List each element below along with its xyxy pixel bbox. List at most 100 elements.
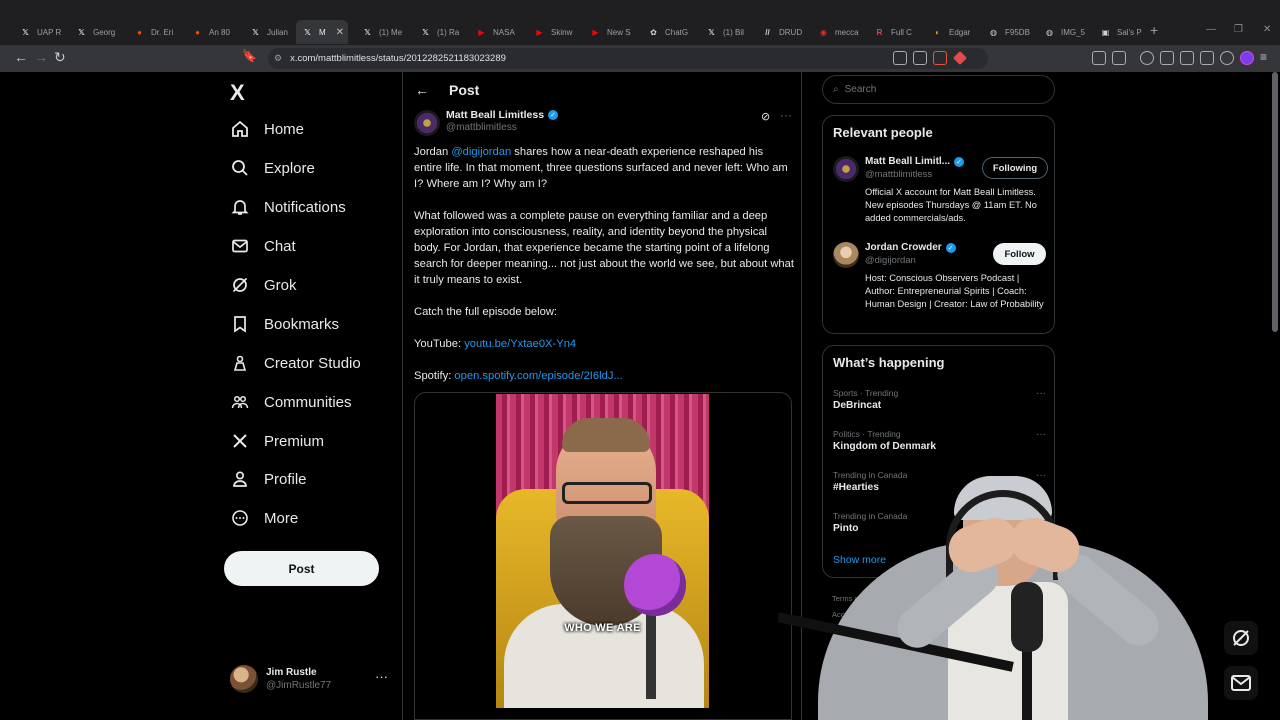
- browser-tab[interactable]: 𝕏 (1) Ra: [414, 20, 470, 44]
- author-name[interactable]: Matt Beall Limitless: [446, 109, 544, 121]
- follow-button[interactable]: Follow: [993, 243, 1046, 265]
- browser-tab[interactable]: 𝕏 Georg: [70, 20, 128, 44]
- more-dots-icon[interactable]: ···: [1036, 429, 1046, 440]
- video-frame[interactable]: WHO WE ARE: [496, 394, 709, 708]
- chatgpt-icon: ✿: [650, 27, 657, 37]
- screenshot-icon[interactable]: [1112, 51, 1126, 65]
- forward-icon[interactable]: →: [34, 49, 48, 65]
- creator-studio-icon: [230, 353, 250, 373]
- more-dots-icon[interactable]: ···: [1036, 388, 1046, 399]
- nav-item-notifications[interactable]: Notifications: [230, 190, 346, 224]
- nav-item-premium[interactable]: Premium: [230, 424, 324, 458]
- browser-tab[interactable]: // DRUD: [756, 20, 812, 44]
- browser-tab[interactable]: ▣ Sal's P: [1094, 20, 1150, 44]
- browser-tab[interactable]: ◍ F95DB: [982, 20, 1038, 44]
- x-logo[interactable]: X: [230, 80, 245, 106]
- profile-avatar-icon[interactable]: [1240, 51, 1254, 65]
- tab-label: (1) Bil: [723, 27, 744, 37]
- music-icon[interactable]: [1140, 51, 1154, 65]
- browser-tab[interactable]: ✿ ChatG: [642, 20, 700, 44]
- close-tab-icon[interactable]: ✕: [336, 27, 344, 38]
- nav-item-creator-studio[interactable]: Creator Studio: [230, 346, 361, 380]
- browser-tab[interactable]: 𝕏 (1) Me: [356, 20, 412, 44]
- grok-floating-icon[interactable]: [1224, 621, 1258, 655]
- verified-badge-icon: ✓: [548, 110, 559, 120]
- relevant-person[interactable]: Matt Beall Limitl... ✓ @mattblimitless F…: [833, 156, 1048, 236]
- trend-item[interactable]: Sports · Trending DeBrincat ···: [833, 388, 1048, 420]
- tab-label: New S: [607, 27, 631, 37]
- person-name[interactable]: Jordan Crowder: [865, 242, 942, 253]
- tab-label: An 80: [209, 27, 230, 37]
- nav-item-more[interactable]: More: [230, 501, 298, 535]
- author-handle[interactable]: @mattblimitless: [446, 122, 517, 133]
- leo-ai-icon[interactable]: [1200, 51, 1214, 65]
- browser-tab[interactable]: 𝕏 (1) Bil: [700, 20, 756, 44]
- nav-item-home[interactable]: Home: [230, 112, 304, 146]
- install-app-icon[interactable]: [893, 51, 907, 65]
- back-icon[interactable]: ←: [14, 49, 28, 65]
- more-dots-icon[interactable]: ···: [375, 669, 388, 684]
- mention-link[interactable]: @digijordan: [451, 146, 511, 158]
- browser-tab[interactable]: ▶ Skinw: [528, 20, 586, 44]
- trend-item[interactable]: Politics · Trending Kingdom of Denmark ···: [833, 429, 1048, 461]
- video-player[interactable]: WHO WE ARE: [414, 392, 792, 720]
- browser-tab[interactable]: ▶ NASA: [470, 20, 528, 44]
- new-tab-button[interactable]: +: [1150, 22, 1158, 38]
- nav-item-grok[interactable]: Grok: [230, 268, 297, 302]
- wallet-icon[interactable]: [1180, 51, 1194, 65]
- x-icon: 𝕏: [22, 27, 29, 37]
- minimize-icon[interactable]: —: [1206, 24, 1216, 35]
- account-switcher[interactable]: Jim Rustle @JimRustle77 ···: [230, 664, 392, 694]
- restore-icon[interactable]: ❐: [1234, 24, 1243, 35]
- nav-item-communities[interactable]: Communities: [230, 385, 352, 419]
- post-button[interactable]: Post: [224, 551, 379, 586]
- address-bar[interactable]: ⚙ x.com/mattblimitless/status/2012282521…: [268, 48, 988, 69]
- bell-icon: [230, 197, 250, 217]
- browser-tab[interactable]: ● An 80: [186, 20, 244, 44]
- nav-item-explore[interactable]: Explore: [230, 151, 315, 185]
- search-input[interactable]: ⌕ Search: [822, 75, 1055, 104]
- webcam-microphone: [1011, 582, 1043, 652]
- browser-tab[interactable]: ◍ IMG_5: [1038, 20, 1094, 44]
- browser-tab[interactable]: 𝕏 M ✕: [296, 20, 348, 44]
- sidebar-icon[interactable]: [1160, 51, 1174, 65]
- tab-label: M: [319, 27, 326, 37]
- page-scrollbar[interactable]: [1272, 72, 1278, 332]
- browser-tab[interactable]: 𝕏 Julian: [244, 20, 294, 44]
- nav-item-label: Explore: [264, 159, 315, 177]
- spotify-link[interactable]: open.spotify.com/episode/2I6ldJ...: [454, 370, 622, 382]
- avatar[interactable]: [833, 242, 859, 268]
- close-window-icon[interactable]: ✕: [1263, 24, 1271, 35]
- youtube-link[interactable]: youtu.be/Yxtae0X-Yn4: [464, 338, 576, 350]
- author-avatar[interactable]: [414, 110, 440, 136]
- menu-icon[interactable]: ≡: [1260, 51, 1274, 65]
- back-arrow-icon[interactable]: ←: [415, 82, 429, 98]
- extensions-icon[interactable]: [1092, 51, 1106, 65]
- browser-toolbar: ← → ↻ 🔖 ⚙ x.com/mattblimitless/status/20…: [0, 45, 1280, 72]
- browser-tab[interactable]: 𝕏 UAP R: [14, 20, 70, 44]
- brave-shield-icon[interactable]: [933, 51, 947, 65]
- grok-icon[interactable]: ⊘: [761, 110, 770, 123]
- nav-item-profile[interactable]: Profile: [230, 462, 307, 496]
- relevant-person[interactable]: Jordan Crowder ✓ @digijordan Follow Host…: [833, 242, 1048, 330]
- x-icon: 𝕏: [78, 27, 85, 37]
- browser-tab[interactable]: ◉ mecca: [812, 20, 870, 44]
- more-options-icon[interactable]: ···: [780, 108, 792, 122]
- site-info-icon[interactable]: ⚙: [274, 53, 282, 64]
- avatar[interactable]: [833, 156, 859, 182]
- following-button[interactable]: Following: [982, 157, 1048, 179]
- reload-icon[interactable]: ↻: [54, 49, 66, 66]
- messages-floating-icon[interactable]: [1224, 666, 1258, 700]
- nav-item-bookmarks[interactable]: Bookmarks: [230, 307, 339, 341]
- bookmark-page-icon[interactable]: 🔖: [242, 49, 257, 63]
- nav-item-chat[interactable]: Chat: [230, 229, 296, 263]
- browser-tab[interactable]: ◐ Edgar: [926, 20, 982, 44]
- person-handle: @digijordan: [865, 255, 916, 266]
- vpn-icon[interactable]: [1220, 51, 1234, 65]
- person-name[interactable]: Matt Beall Limitl...: [865, 156, 950, 167]
- brave-rewards-icon[interactable]: [953, 51, 967, 65]
- browser-tab[interactable]: R Full C: [868, 20, 926, 44]
- share-icon[interactable]: [913, 51, 927, 65]
- browser-tab[interactable]: ▶ New S: [584, 20, 642, 44]
- browser-tab[interactable]: ● Dr. Eri: [128, 20, 186, 44]
